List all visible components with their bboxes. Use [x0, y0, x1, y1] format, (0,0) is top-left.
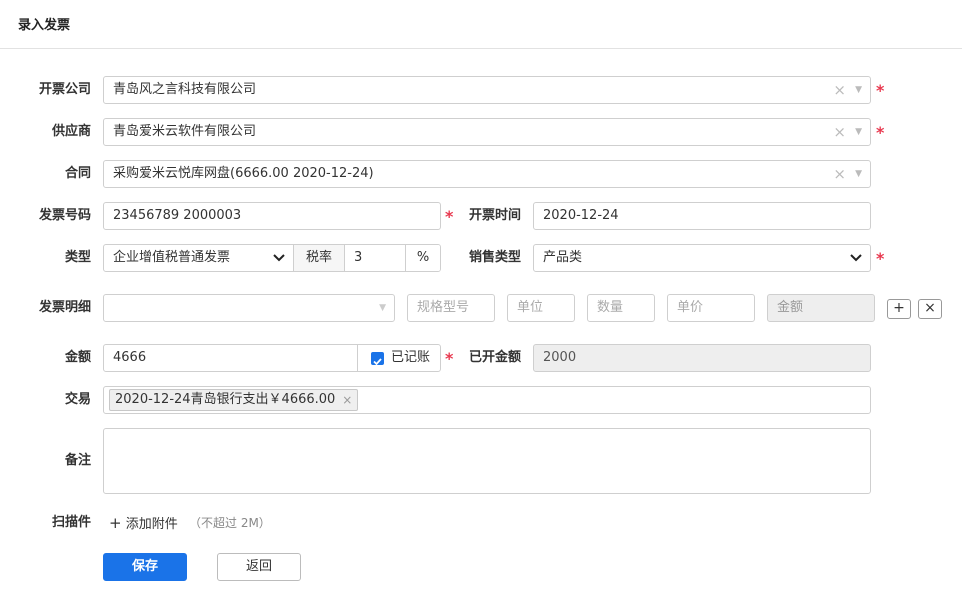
save-button[interactable]: 保存 [103, 553, 187, 581]
invoice-no-input[interactable]: 23456789 2000003 [103, 202, 441, 230]
supplier-select[interactable]: 青岛爱米云软件有限公司 × ▼ [103, 118, 871, 146]
remark-textarea[interactable] [103, 428, 871, 494]
invoice-date-value: 2020-12-24 [543, 208, 619, 223]
details-item-select[interactable]: ▼ [103, 294, 395, 322]
sales-type-label: 销售类型 [468, 250, 521, 265]
booked-checkbox-group[interactable]: 已记账 [357, 345, 440, 371]
company-label: 开票公司 [38, 82, 91, 97]
invoice-date-input[interactable]: 2020-12-24 [533, 202, 871, 230]
supplier-value: 青岛爱米云软件有限公司 [113, 124, 257, 139]
back-button[interactable]: 返回 [217, 553, 301, 581]
details-label: 发票明细 [38, 300, 91, 315]
contract-value: 采购爱米云悦库网盘(6666.00 2020-12-24) [113, 166, 374, 181]
company-value: 青岛风之言科技有限公司 [113, 82, 257, 97]
sales-type-value: 产品类 [543, 250, 583, 265]
type-select[interactable]: 企业增值税普通发票 [104, 245, 293, 271]
type-value: 企业增值税普通发票 [113, 250, 231, 265]
remove-line-button[interactable]: × [918, 299, 942, 319]
attachment-size-hint: （不超过 2M） [189, 516, 271, 530]
add-attachment-label: 添加附件 [125, 517, 178, 532]
clear-icon[interactable]: × [833, 161, 846, 187]
amount-group: 4666 已记账 [103, 344, 441, 372]
chevron-down-icon [850, 254, 862, 262]
tax-rate-input[interactable]: 3 [344, 245, 405, 271]
chevron-down-icon [273, 254, 285, 262]
required-mark: * [445, 349, 454, 368]
invoice-date-label: 开票时间 [468, 208, 521, 223]
close-icon: × [924, 300, 936, 316]
amount-label: 金额 [64, 350, 91, 365]
scan-label: 扫描件 [51, 515, 91, 530]
checkbox-checked-icon[interactable] [371, 352, 384, 366]
close-icon[interactable]: × [342, 390, 352, 410]
percent-addon: % [405, 245, 440, 271]
booked-label: 已记账 [391, 350, 431, 365]
header-divider [0, 48, 962, 49]
tax-rate-label: 税率 [293, 245, 344, 271]
add-attachment-button[interactable]: + 添加附件 [109, 509, 178, 539]
invoiced-amount-input: 2000 [533, 344, 871, 372]
required-mark: * [876, 249, 885, 268]
add-line-button[interactable]: + [887, 299, 911, 319]
plus-icon: + [109, 514, 122, 532]
required-mark: * [876, 123, 885, 142]
transaction-multiselect[interactable]: 2020-12-24青岛银行支出￥4666.00 × [103, 386, 871, 414]
sales-type-select[interactable]: 产品类 [533, 244, 871, 272]
supplier-label: 供应商 [51, 124, 91, 139]
clear-icon[interactable]: × [833, 119, 846, 145]
clear-icon[interactable]: × [833, 77, 846, 103]
required-mark: * [876, 81, 885, 100]
type-label: 类型 [64, 250, 91, 265]
chevron-down-icon: ▼ [379, 303, 386, 313]
chevron-down-icon: ▼ [855, 169, 862, 179]
transaction-tag-text: 2020-12-24青岛银行支出￥4666.00 [115, 392, 336, 407]
contract-select[interactable]: 采购爱米云悦库网盘(6666.00 2020-12-24) × ▼ [103, 160, 871, 188]
type-group: 企业增值税普通发票 税率 3 % [103, 244, 441, 272]
plus-icon: + [893, 300, 905, 316]
page-title: 录入发票 [18, 18, 71, 33]
price-input[interactable]: 单价 [667, 294, 755, 322]
invoice-no-label: 发票号码 [38, 208, 91, 223]
invoiced-amount-label: 已开金额 [468, 350, 521, 365]
transaction-label: 交易 [64, 392, 91, 407]
spec-input[interactable]: 规格型号 [407, 294, 495, 322]
line-amount-input: 金额 [767, 294, 875, 322]
required-mark: * [445, 207, 454, 226]
unit-input[interactable]: 单位 [507, 294, 575, 322]
quantity-input[interactable]: 数量 [587, 294, 655, 322]
company-select[interactable]: 青岛风之言科技有限公司 × ▼ [103, 76, 871, 104]
chevron-down-icon: ▼ [855, 85, 862, 95]
remark-label: 备注 [64, 453, 91, 468]
contract-label: 合同 [64, 166, 91, 181]
chevron-down-icon: ▼ [855, 127, 862, 137]
transaction-tag: 2020-12-24青岛银行支出￥4666.00 × [109, 389, 359, 411]
amount-input[interactable]: 4666 [104, 345, 357, 371]
invoice-no-value: 23456789 2000003 [113, 208, 242, 223]
